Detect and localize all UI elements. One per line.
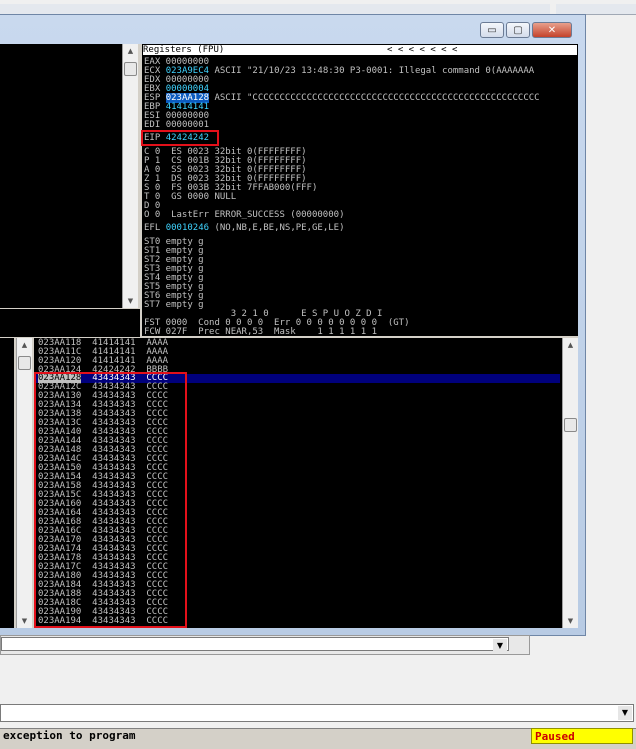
stack-scrollbar[interactable]: ▲ ▼ [562,338,578,628]
status-message: exception to program [3,729,136,742]
window-controls: ▭ ▢ ✕ [480,22,574,40]
register-efl[interactable]: EFL 00010246 (NO,NB,E,BE,NS,PE,GE,LE) [144,224,345,233]
eip-highlight-box [141,130,219,146]
register-view-arrows[interactable]: < < < < < < < [387,45,457,55]
scroll-thumb[interactable] [124,62,137,76]
background-toolbar: ▼ [0,635,530,655]
paused-indicator: Paused [531,728,633,744]
info-pane [0,309,140,337]
fpu-status-row[interactable]: FCW 027F Prec NEAR,53 Mask 1 1 1 1 1 1 [144,328,377,337]
registers-header: Registers (FPU) < < < < < < < [143,45,577,55]
scroll-down-icon[interactable]: ▼ [123,294,138,308]
background-combo[interactable]: ▼ [1,637,509,653]
minimize-button[interactable]: ▭ [480,22,504,38]
scroll-thumb[interactable] [18,356,31,370]
scroll-down-icon[interactable]: ▼ [563,614,578,628]
scroll-thumb[interactable] [564,418,577,432]
dump-pane[interactable] [0,338,14,628]
flag-row[interactable]: O 0 LastErr ERROR_SUCCESS (00000000) [144,211,344,220]
chevron-down-icon[interactable]: ▼ [493,639,507,653]
command-line-input[interactable]: ▼ [0,704,634,722]
disassembly-scrollbar[interactable]: ▲ ▼ [122,44,138,308]
scroll-up-icon[interactable]: ▲ [563,338,578,352]
scroll-down-icon[interactable]: ▼ [17,614,32,628]
close-button[interactable]: ✕ [532,22,572,38]
scroll-up-icon[interactable]: ▲ [123,44,138,58]
dump-scrollbar[interactable]: ▲ ▼ [16,338,32,628]
stack-highlight-box [34,372,187,628]
register-edi[interactable]: EDI 00000001 [144,121,209,130]
registers-title: Registers (FPU) [143,45,225,55]
restore-button[interactable]: ▢ [506,22,530,38]
chevron-down-icon[interactable]: ▼ [618,706,632,720]
scroll-up-icon[interactable]: ▲ [17,338,32,352]
disassembly-pane[interactable] [0,44,122,308]
